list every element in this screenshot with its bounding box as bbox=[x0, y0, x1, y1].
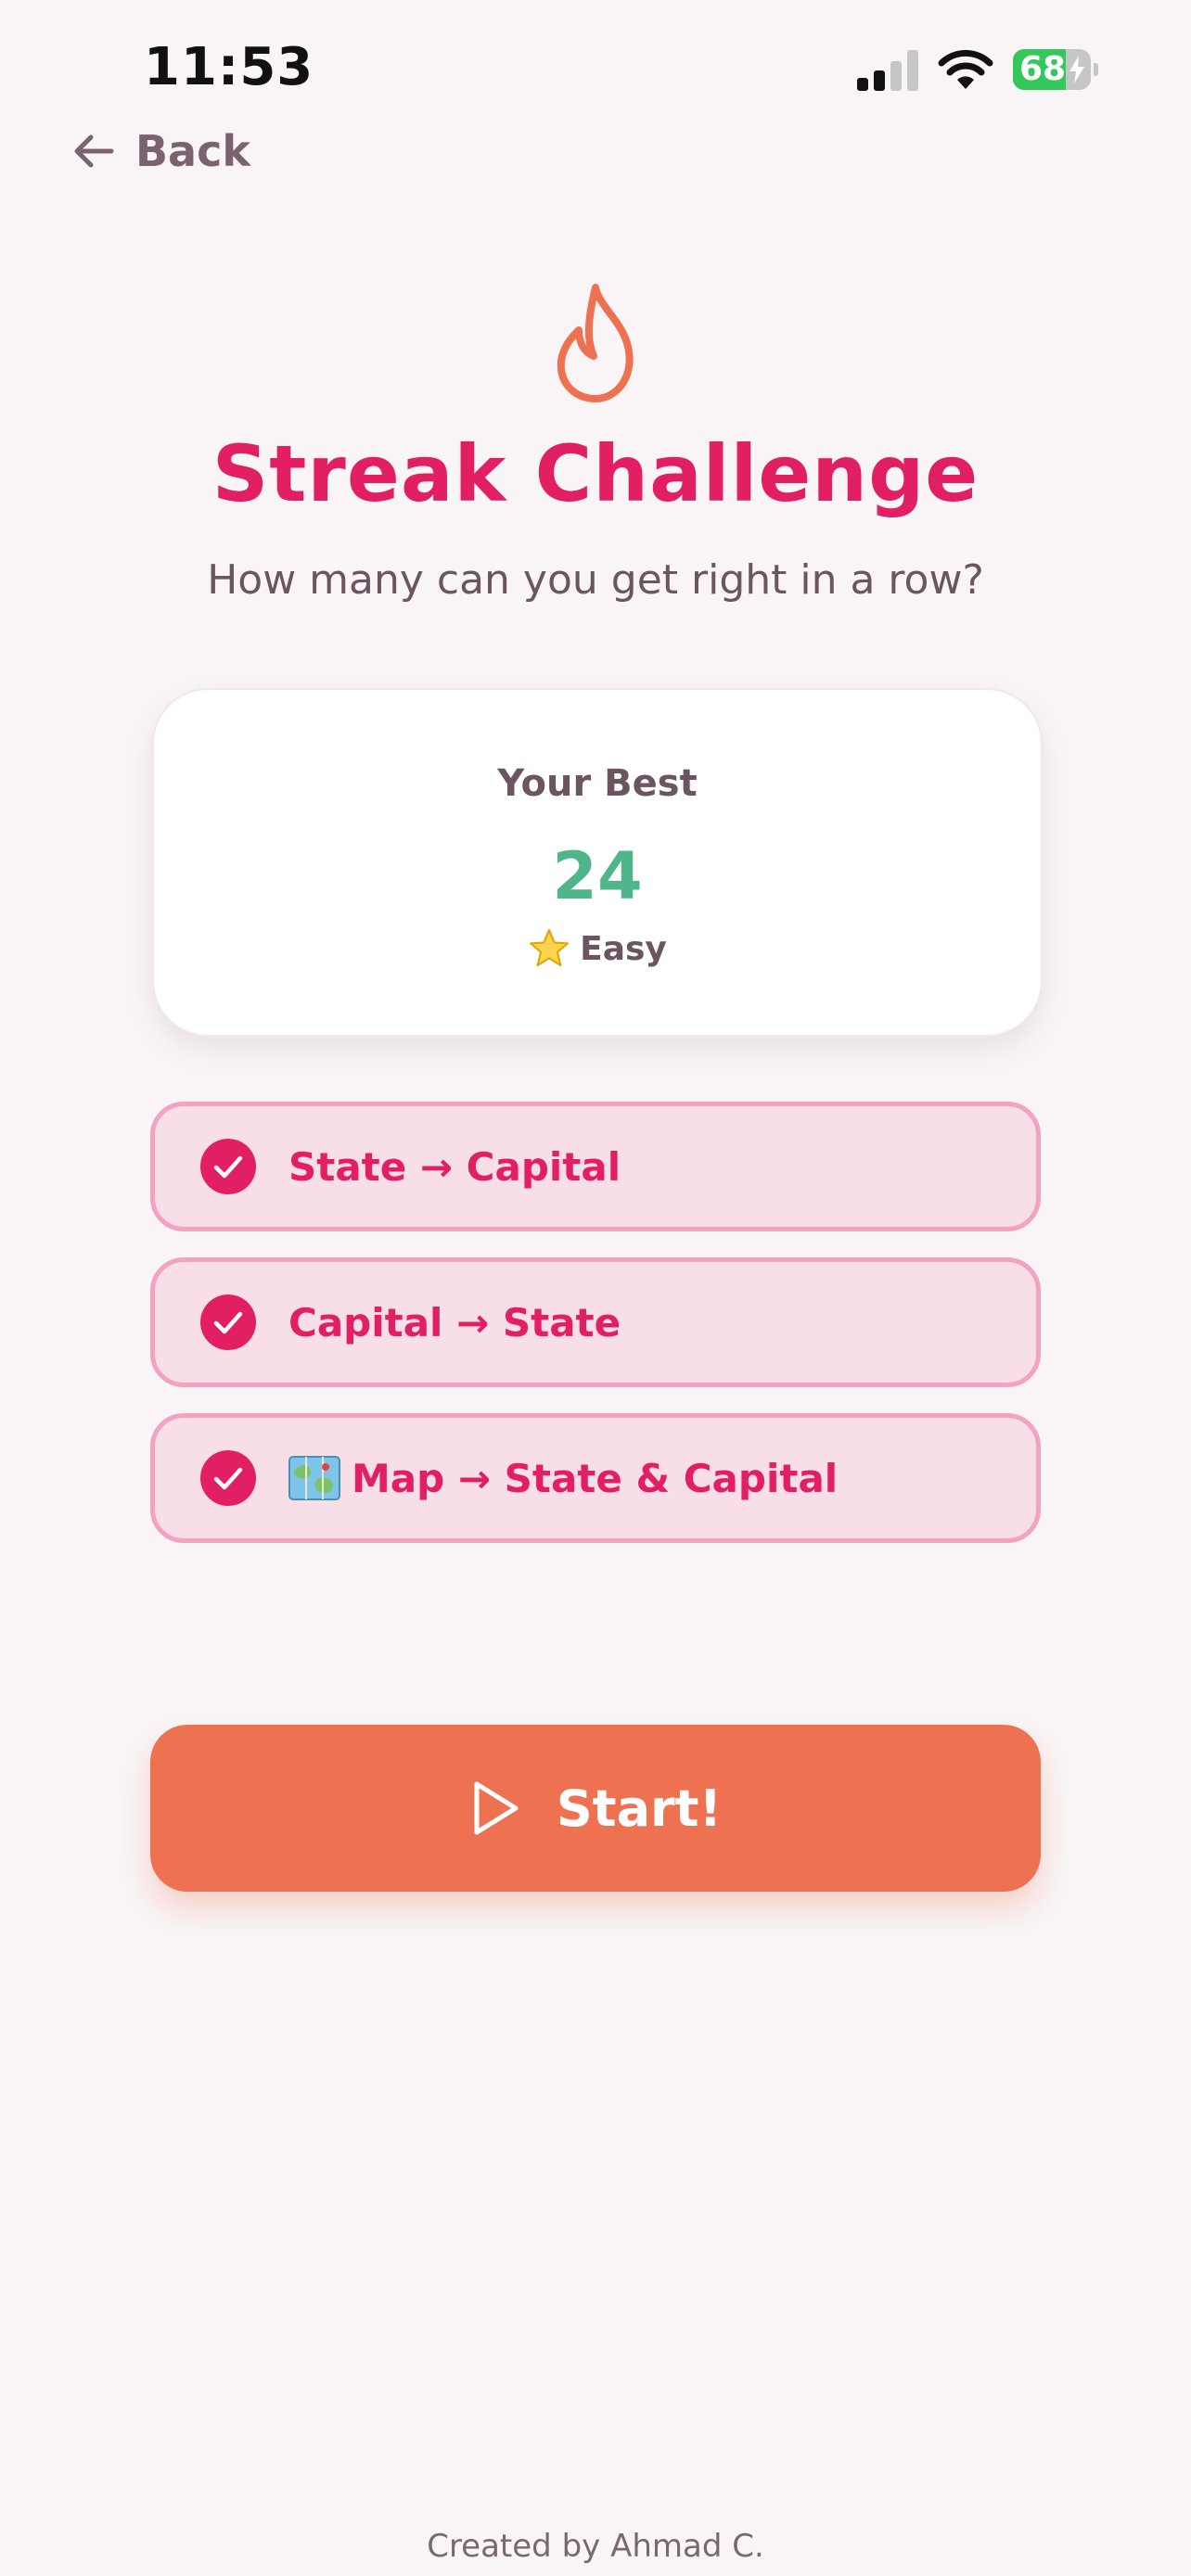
checkmark-circle-icon bbox=[200, 1139, 256, 1194]
mode-option-capital-to-state[interactable]: Capital → State bbox=[150, 1257, 1041, 1387]
mode-label: Map → State & Capital bbox=[352, 1455, 839, 1501]
status-bar: 11:53 68 bbox=[0, 0, 1191, 130]
play-icon bbox=[474, 1781, 519, 1835]
checkmark-circle-icon bbox=[200, 1450, 256, 1506]
back-label: Back bbox=[135, 126, 250, 176]
mode-option-map-to-state-capital[interactable]: Map → State & Capital bbox=[150, 1413, 1041, 1543]
mode-label-wrap: Map → State & Capital bbox=[288, 1456, 838, 1501]
footer-credit: Created by Ahmad C. bbox=[427, 2528, 764, 2565]
mode-option-state-to-capital[interactable]: State → Capital bbox=[150, 1102, 1041, 1231]
page-subtitle: How many can you get right in a row? bbox=[207, 556, 984, 604]
signal-icon bbox=[857, 50, 918, 91]
back-button[interactable]: Back bbox=[70, 119, 250, 184]
battery-indicator: 68 bbox=[1013, 49, 1098, 90]
battery-percent: 68 bbox=[1018, 50, 1067, 88]
battery-charging-icon bbox=[1069, 56, 1084, 83]
flame-icon bbox=[557, 284, 634, 402]
star-icon bbox=[530, 929, 570, 966]
best-label: Your Best bbox=[497, 762, 698, 805]
start-button[interactable]: Start! bbox=[150, 1725, 1041, 1892]
start-label: Start! bbox=[556, 1779, 723, 1838]
checkmark-circle-icon bbox=[200, 1294, 256, 1350]
map-icon bbox=[288, 1456, 340, 1500]
wifi-icon bbox=[938, 49, 993, 89]
mode-label: State → Capital bbox=[288, 1143, 621, 1190]
battery-cap bbox=[1094, 63, 1098, 76]
best-score-value: 24 bbox=[552, 838, 643, 914]
best-score-card: Your Best 24 Easy bbox=[152, 688, 1043, 1037]
best-difficulty: Easy bbox=[154, 927, 1041, 970]
difficulty-label: Easy bbox=[580, 929, 667, 968]
mode-label: Capital → State bbox=[288, 1299, 621, 1345]
page-title: Streak Challenge bbox=[211, 428, 980, 519]
status-time: 11:53 bbox=[144, 37, 314, 97]
arrow-left-icon bbox=[74, 134, 114, 168]
